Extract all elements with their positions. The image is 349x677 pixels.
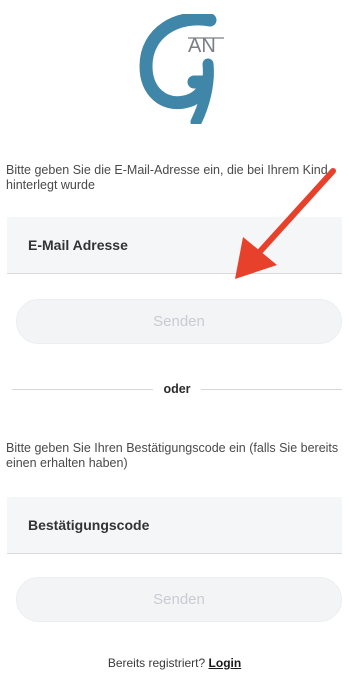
already-registered-text: Bereits registriert? — [107, 656, 206, 670]
red-arrow-icon — [235, 168, 336, 279]
app-logo: AN — [139, 14, 224, 124]
code-field-container[interactable] — [7, 497, 342, 554]
login-prompt: Bereits registriert? Login — [0, 656, 349, 670]
login-link[interactable]: Login — [209, 656, 242, 670]
confirmation-code-input[interactable] — [28, 517, 342, 533]
divider-line-right — [200, 388, 342, 390]
send-code-button[interactable]: Senden — [16, 577, 342, 622]
divider-label: oder — [163, 382, 191, 396]
code-instruction-text: Bitte geben Sie Ihren Bestätigungscode e… — [6, 441, 339, 470]
logo-g-shape — [139, 14, 217, 110]
or-divider: oder — [12, 381, 342, 397]
divider-line-left — [12, 388, 154, 390]
send-email-button[interactable]: Senden — [16, 299, 342, 344]
